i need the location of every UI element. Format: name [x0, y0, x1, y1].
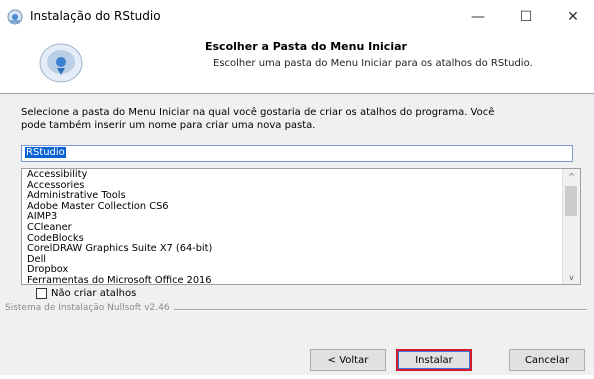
title-bar[interactable]: Instalação do RStudio — ☐ ✕: [0, 0, 594, 33]
start-menu-folder-input[interactable]: RStudio: [21, 145, 573, 162]
installer-window: Instalação do RStudio — ☐ ✕ Escolher a P…: [0, 0, 594, 379]
list-item[interactable]: Adobe Master Collection CS6: [27, 201, 557, 213]
window-title: Instalação do RStudio: [30, 9, 161, 23]
maximize-button[interactable]: ☐: [503, 0, 549, 33]
list-item[interactable]: CorelDRAW Graphics Suite X7 (64-bit): [27, 244, 557, 255]
back-button[interactable]: < Voltar: [310, 349, 386, 371]
window-bottom-edge: [0, 375, 594, 379]
instruction-line-2: pode também inserir um nome para criar u…: [21, 120, 316, 131]
close-button[interactable]: ✕: [550, 0, 594, 33]
no-shortcuts-checkbox[interactable]: [36, 287, 47, 299]
list-item[interactable]: CCleaner: [27, 222, 557, 234]
folder-list-scrollbar[interactable]: ^ v: [562, 169, 580, 284]
start-menu-folder-list[interactable]: Accessibility Accessories Administrative…: [21, 168, 581, 285]
folder-input-value: RStudio: [25, 147, 66, 158]
folder-list-items: Accessibility Accessories Administrative…: [27, 169, 557, 284]
scrollbar-thumb[interactable]: [565, 186, 577, 216]
list-item[interactable]: Ferramentas do Microsoft Office 2016: [27, 275, 557, 284]
installer-disc-icon: [38, 40, 84, 86]
nsis-branding-text: Sistema de Instalação Nullsoft v2.46: [5, 303, 174, 313]
wizard-header: Escolher a Pasta do Menu Iniciar Escolhe…: [0, 33, 594, 94]
page-subtitle: Escolher uma pasta do Menu Iniciar para …: [213, 58, 533, 69]
list-item[interactable]: AIMP3: [27, 212, 557, 223]
instruction-line-1: Selecione a pasta do Menu Iniciar na qua…: [21, 107, 495, 118]
installer-app-icon: [7, 9, 23, 25]
list-item[interactable]: Dell: [27, 254, 557, 266]
no-shortcuts-option[interactable]: Não criar atalhos: [36, 286, 136, 300]
list-item[interactable]: Accessibility: [27, 169, 557, 181]
scroll-down-arrow-icon[interactable]: v: [563, 270, 580, 284]
minimize-button[interactable]: —: [455, 0, 501, 33]
cancel-button[interactable]: Cancelar: [509, 349, 585, 371]
no-shortcuts-label[interactable]: Não criar atalhos: [51, 288, 136, 299]
scroll-up-arrow-icon[interactable]: ^: [563, 169, 580, 183]
install-button[interactable]: Instalar: [396, 349, 472, 371]
page-title: Escolher a Pasta do Menu Iniciar: [205, 40, 407, 53]
instruction-text: Selecione a pasta do Menu Iniciar na qua…: [21, 106, 581, 132]
